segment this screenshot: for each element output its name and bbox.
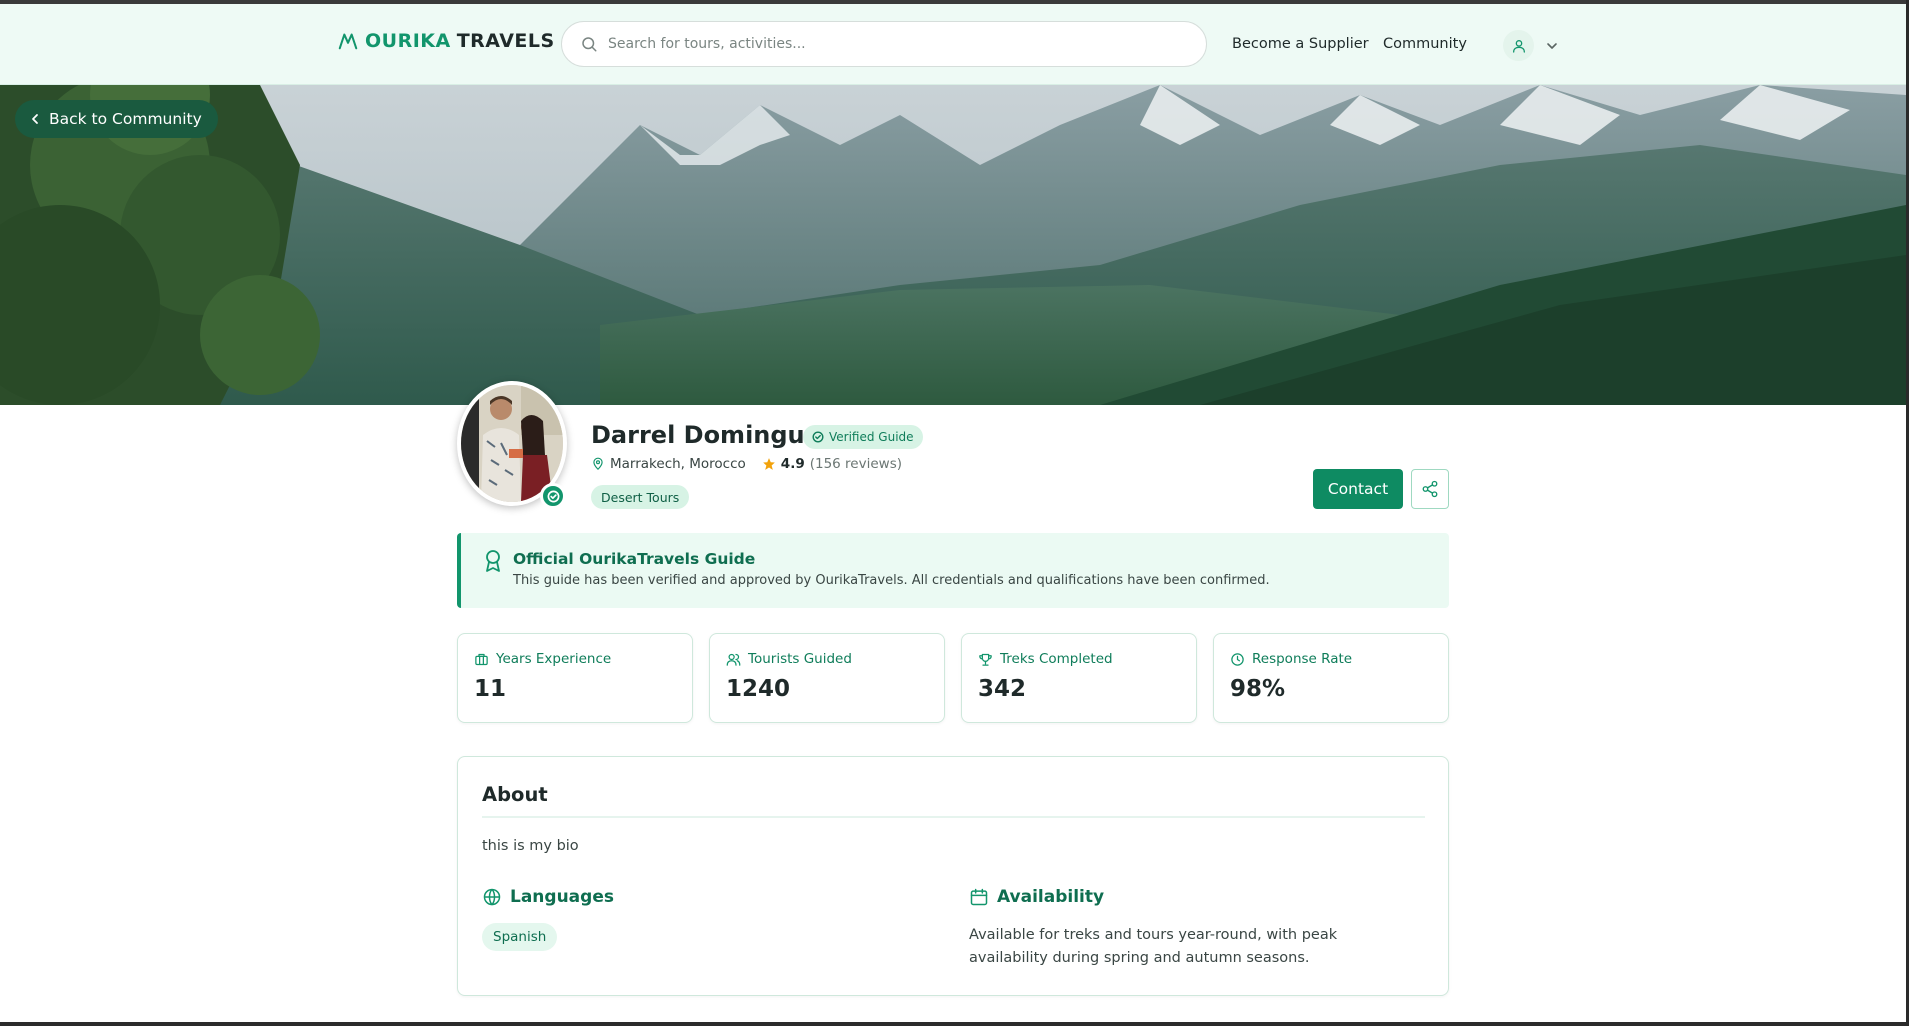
stat-value: 342 <box>978 676 1027 702</box>
globe-icon <box>483 888 501 906</box>
availability-title: Availability <box>997 887 1105 907</box>
stat-card-years-experience: Years Experience 11 <box>457 633 693 723</box>
check-circle-icon <box>812 431 824 443</box>
verified-guide-label: Verified Guide <box>829 430 914 444</box>
star-icon <box>762 458 775 470</box>
mountain-logo-icon <box>338 33 358 50</box>
search-icon <box>582 37 597 52</box>
guide-rating: 4.9 <box>780 456 805 472</box>
award-icon <box>486 550 500 572</box>
about-title: About <box>482 783 548 806</box>
stat-card-treks-completed: Treks Completed 342 <box>961 633 1197 723</box>
specialty-tag: Desert Tours <box>591 485 690 509</box>
calendar-icon <box>970 888 988 906</box>
official-banner-description: This guide has been verified and approve… <box>513 573 1270 588</box>
nav-become-supplier[interactable]: Become a Supplier <box>1232 36 1369 52</box>
verified-guide-badge: Verified Guide <box>803 425 923 449</box>
stat-label: Years Experience <box>496 651 612 667</box>
cover-image <box>0 85 1906 405</box>
language-tag: Spanish <box>482 923 558 951</box>
window-bottom-edge <box>0 1022 1906 1026</box>
clock-icon <box>1231 652 1244 666</box>
nav-community[interactable]: Community <box>1383 36 1467 52</box>
about-card: About this is my bio Languages Spanish A… <box>457 756 1449 996</box>
availability-text: Available for treks and tours year-round… <box>969 927 1338 967</box>
search-bar[interactable] <box>561 21 1207 67</box>
chevron-left-icon <box>32 114 38 124</box>
stat-label: Tourists Guided <box>748 651 852 667</box>
stat-card-response-rate: Response Rate 98% <box>1213 633 1449 723</box>
share-button[interactable] <box>1411 469 1449 509</box>
stat-value: 1240 <box>726 676 791 702</box>
stat-card-tourists-guided: Tourists Guided 1240 <box>709 633 945 723</box>
verified-badge-icon <box>540 483 566 509</box>
users-icon <box>726 653 741 666</box>
about-bio: this is my bio <box>482 838 579 854</box>
logo[interactable]: OURIKA TRAVELS <box>337 30 555 52</box>
back-button-label: Back to Community <box>49 110 202 128</box>
user-icon <box>1512 39 1525 53</box>
chevron-down-icon[interactable] <box>1545 40 1559 52</box>
guide-review-count[interactable]: (156 reviews) <box>810 456 902 472</box>
mountain-landscape-image <box>0 85 1906 405</box>
site-header: OURIKA TRAVELS Become a Supplier Communi… <box>0 4 1906 85</box>
stat-label: Response Rate <box>1252 651 1353 667</box>
map-pin-icon <box>593 457 603 470</box>
contact-button[interactable]: Contact <box>1313 469 1403 509</box>
search-input[interactable] <box>608 36 1168 52</box>
guide-location: Marrakech, Morocco <box>610 456 746 472</box>
stat-value: 11 <box>474 676 507 702</box>
briefcase-icon <box>475 653 488 665</box>
share-icon <box>1422 480 1438 498</box>
official-banner-title: Official OurikaTravels Guide <box>513 550 756 568</box>
trophy-icon <box>979 653 992 666</box>
stat-value: 98% <box>1230 676 1286 702</box>
logo-word-travels: TRAVELS <box>456 30 555 52</box>
stat-label: Treks Completed <box>1000 651 1113 667</box>
guide-name: Darrel Dominguez <box>591 421 835 449</box>
back-to-community-button[interactable]: Back to Community <box>15 100 218 138</box>
languages-title: Languages <box>510 887 614 907</box>
page: OURIKA TRAVELS Become a Supplier Communi… <box>0 0 1906 1026</box>
official-guide-banner: Official OurikaTravels Guide This guide … <box>457 533 1449 608</box>
user-menu-button[interactable] <box>1503 30 1534 61</box>
about-divider <box>482 816 1425 818</box>
logo-word-ourika: OURIKA <box>365 30 451 52</box>
guide-meta: Marrakech, Morocco 4.9 (156 reviews) <box>591 456 902 472</box>
availability-heading: Availability <box>969 887 1104 907</box>
languages-heading: Languages <box>482 887 614 907</box>
